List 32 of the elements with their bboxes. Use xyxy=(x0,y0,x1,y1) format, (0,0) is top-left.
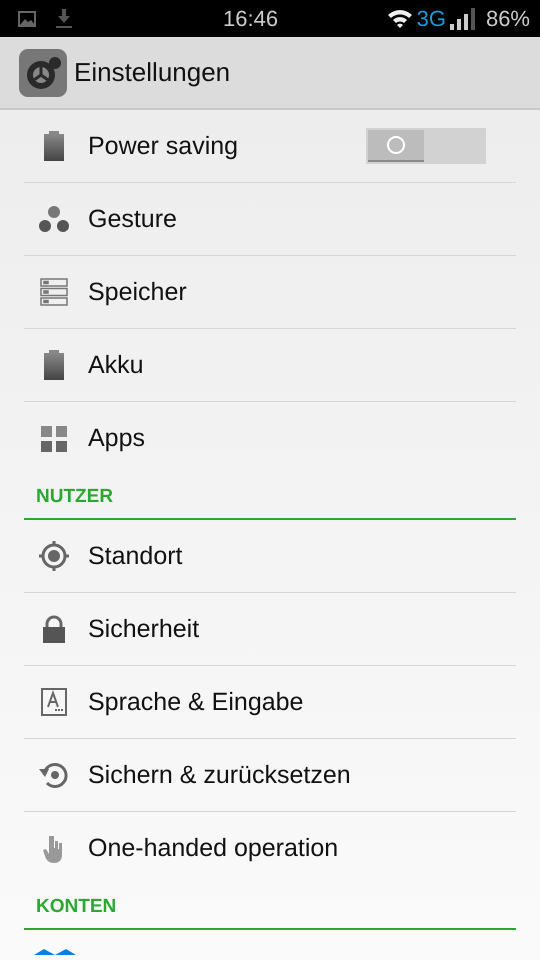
settings-item[interactable]: Standort xyxy=(24,520,516,593)
box-icon xyxy=(34,949,76,955)
settings-item[interactable]: Akku xyxy=(24,329,516,402)
settings-item[interactable]: One-handed operation xyxy=(24,812,516,885)
settings-icon[interactable] xyxy=(19,48,67,96)
signal-icon xyxy=(450,8,476,30)
app-title: Einstellungen xyxy=(74,57,230,88)
toggle-switch[interactable] xyxy=(366,128,486,164)
storage-icon xyxy=(40,278,68,306)
section-header: NUTZER xyxy=(36,486,114,508)
network-type: 3G xyxy=(416,6,446,32)
language-icon xyxy=(41,688,67,716)
battery-percent: 86% xyxy=(486,6,530,32)
settings-item[interactable]: Speicher xyxy=(24,256,516,329)
clock: 16:46 xyxy=(223,6,280,32)
wifi-icon xyxy=(386,8,413,28)
settings-item[interactable]: Sichern & zurücksetzen xyxy=(24,739,516,812)
dots-icon xyxy=(39,206,69,232)
location-icon xyxy=(38,540,70,572)
battery-icon xyxy=(43,131,65,161)
settings-item[interactable]: Power saving xyxy=(24,110,516,183)
settings-item[interactable]: Sprache & Eingabe xyxy=(24,666,516,739)
image-icon xyxy=(18,10,36,26)
lock-icon xyxy=(42,615,66,643)
section-header: KONTEN xyxy=(36,896,116,918)
download-icon xyxy=(56,8,72,28)
grid-icon xyxy=(41,426,67,452)
settings-item[interactable]: Gesture xyxy=(24,183,516,256)
battery-icon xyxy=(43,350,65,380)
settings-item[interactable]: Apps xyxy=(24,402,516,475)
settings-item[interactable]: Sicherheit xyxy=(24,593,516,666)
restore-icon xyxy=(38,761,70,789)
